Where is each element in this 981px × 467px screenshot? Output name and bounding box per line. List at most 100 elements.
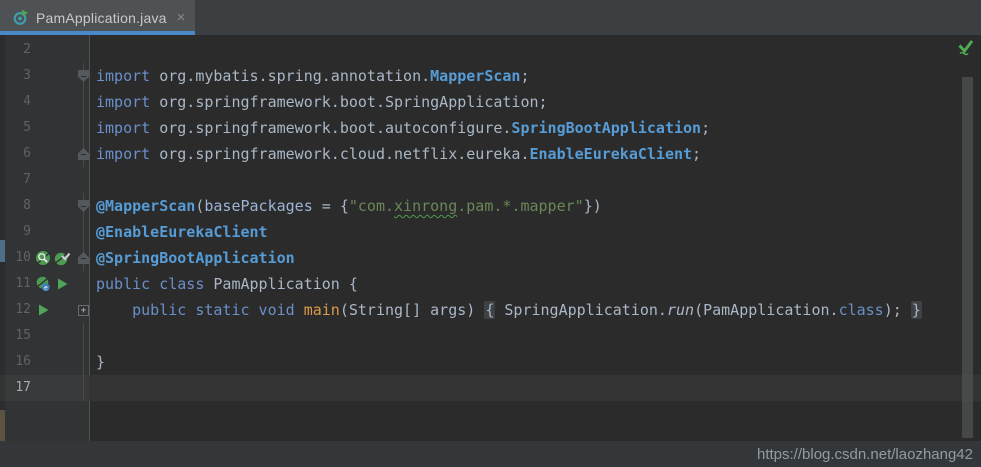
fold-column [77,323,91,349]
fold-column [77,219,91,245]
gutter-cell: 3 [5,63,89,89]
line-number[interactable]: 4 [5,89,33,115]
fold-column [77,271,91,297]
gutter-icons [33,297,77,323]
code-text[interactable]: import org.springframework.boot.autoconf… [89,115,981,141]
code-text[interactable]: public class PamApplication { [89,271,981,297]
gutter-icons [33,167,77,193]
line-number[interactable]: 7 [5,167,33,193]
gutter-cell: 11 e [5,271,89,297]
close-icon[interactable]: × [177,9,186,26]
code-text[interactable]: public static void main(String[] args) {… [89,297,981,323]
editor-scrollbar[interactable] [962,35,973,441]
line-number[interactable]: 8 [5,193,33,219]
gutter-cell: 6 [5,141,89,167]
run-icon[interactable] [35,302,51,318]
line-number[interactable]: 5 [5,115,33,141]
fold-column [77,141,91,167]
line-number[interactable]: 2 [5,37,33,63]
spring-boot-run-icon [12,9,29,26]
fold-guide-line [83,89,84,115]
editor-tab-bar: PamApplication.java × [0,0,981,35]
fold-guide-line [83,219,84,245]
code-line: 17 [0,375,981,401]
tab-pamapplication-java[interactable]: PamApplication.java × [0,0,195,35]
status-strip: https://blog.csdn.net/laozhang42 [0,441,981,467]
code-line: 4 import org.springframework.boot.SpringA… [0,89,981,115]
code-text[interactable] [89,375,981,401]
code-line: 6 import org.springframework.cloud.netfli… [0,141,981,167]
gutter-cell: 8 [5,193,89,219]
ide-window: PamApplication.java × 23 import org.mybat… [0,0,981,467]
code-line: 2 [0,37,981,63]
line-number[interactable]: 12 [5,297,33,323]
code-text[interactable]: import org.springframework.boot.SpringAp… [89,89,981,115]
code-line: 5 import org.springframework.boot.autocon… [0,115,981,141]
gutter-cell: 7 [5,167,89,193]
gutter-icons [33,245,77,271]
code-text[interactable] [89,167,981,193]
gutter-cell: 2 [5,37,89,63]
code-text[interactable] [89,323,981,349]
fold-column [77,245,91,271]
gutter-cell: 12 + [5,297,89,323]
gutter-icons [33,193,77,219]
code-line: 8 @MapperScan(basePackages = {"com.xinron… [0,193,981,219]
gutter-icons [33,141,77,167]
line-number[interactable]: 17 [5,375,33,401]
gutter-cell: 17 [5,375,89,401]
code-line: 16} [0,349,981,375]
fold-guide-line [83,115,84,141]
scrollbar-thumb[interactable] [962,77,973,438]
code-text[interactable]: @EnableEurekaClient [89,219,981,245]
code-line: 3 import org.mybatis.spring.annotation.Ma… [0,63,981,89]
code-text[interactable] [89,37,981,63]
editor-area: 23 import org.mybatis.spring.annotation.M… [0,35,981,441]
line-number[interactable]: 9 [5,219,33,245]
gutter-icons [33,115,77,141]
code-text[interactable]: import org.mybatis.spring.annotation.Map… [89,63,981,89]
line-number[interactable]: 16 [5,349,33,375]
panel-edge-marker [0,410,5,441]
gutter-icons [33,349,77,375]
gutter-icons [33,323,77,349]
line-number[interactable]: 3 [5,63,33,89]
code-line: 12 + public static void main(String[] arg… [0,297,981,323]
line-number[interactable]: 11 [5,271,33,297]
fold-marker[interactable] [78,200,89,212]
gutter-icons [33,89,77,115]
code-text[interactable]: import org.springframework.cloud.netflix… [89,141,981,167]
spring-bean-icon[interactable]: e [35,276,51,292]
gutter-icons [33,37,77,63]
line-number[interactable]: 15 [5,323,33,349]
fold-guide-line [83,349,84,375]
fold-guide-line [83,323,84,349]
fold-expand-marker[interactable]: + [78,305,89,316]
line-number[interactable]: 10 [5,245,33,271]
fold-column [77,37,91,63]
gutter-icons [33,375,77,401]
gutter-cell: 5 [5,115,89,141]
code-lines: 23 import org.mybatis.spring.annotation.M… [0,37,981,401]
code-text[interactable]: } [89,349,981,375]
run-icon[interactable] [54,276,70,292]
code-line: 11 e public class PamApplication { [0,271,981,297]
springboot-check-icon[interactable] [54,250,70,266]
svg-text:e: e [44,283,48,291]
fold-column [77,63,91,89]
code-text[interactable]: @MapperScan(basePackages = {"com.xinrong… [89,193,981,219]
fold-column: + [77,297,91,323]
fold-marker[interactable] [78,70,89,82]
fold-marker[interactable] [78,148,89,160]
fold-column [77,193,91,219]
gutter-cell: 16 [5,349,89,375]
code-text[interactable]: @SpringBootApplication [89,245,981,271]
fold-marker[interactable] [78,252,89,264]
code-line: 7 [0,167,981,193]
gutter-icons: e [33,271,77,297]
watermark-url: https://blog.csdn.net/laozhang42 [757,446,981,463]
line-number[interactable]: 6 [5,141,33,167]
fold-column [77,115,91,141]
spring-scan-icon[interactable] [35,250,51,266]
code-line: 10 @SpringBootApplication [0,245,981,271]
